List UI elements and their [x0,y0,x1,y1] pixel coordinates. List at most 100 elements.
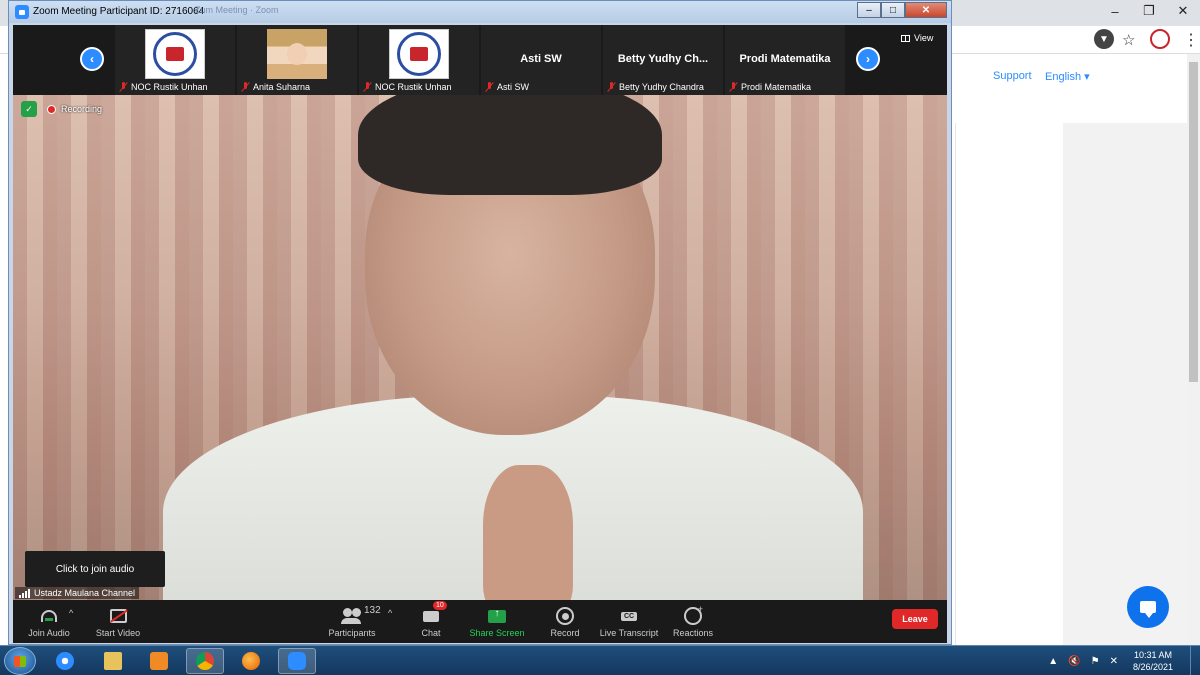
taskbar-media-player[interactable] [140,648,178,674]
site-content-panel [955,123,1063,645]
firefox-icon [242,652,260,670]
speaker-name-label: Ustadz Maulana Channel [15,587,140,599]
chrome-icon [196,652,214,670]
leave-button[interactable]: Leave [892,609,938,629]
participant-tile[interactable]: NOC Rustik Unhan [115,25,235,95]
join-audio-button[interactable]: Join Audio [25,600,73,643]
live-transcript-button[interactable]: Live Transcript [597,600,661,643]
participant-caption: Prodi Matematika [729,82,811,92]
participant-count: 132 [364,605,381,616]
extension-icon[interactable] [1150,29,1170,49]
zoom-icon [288,652,306,670]
participant-photo [267,29,327,79]
participant-tile[interactable]: Prodi Matematika Prodi Matematika [725,25,845,95]
taskbar-clock[interactable]: 10:31 AM 8/26/2021 [1133,649,1173,673]
join-audio-tooltip[interactable]: Click to join audio [25,551,165,587]
browser-scrollbar[interactable] [1187,54,1200,645]
taskbar-explorer[interactable] [94,648,132,674]
speaker-hands [483,465,573,600]
scrollbar-thumb[interactable] [1189,62,1198,382]
zoom-meeting-window: Zoom Meeting Participant ID: 2716064 Zum… [8,0,952,645]
support-chat-button[interactable] [1127,586,1169,628]
bookmark-star-icon[interactable]: ☆ [1122,31,1135,49]
download-icon[interactable]: ▼ [1094,29,1114,49]
record-icon [554,608,576,624]
view-button[interactable]: View [901,33,933,43]
clock-date: 8/26/2021 [1133,662,1174,672]
participants-icon [341,608,363,624]
participant-tile[interactable]: Asti SW Asti SW [481,25,601,95]
university-logo [389,29,449,79]
chat-icon [420,608,442,624]
reactions-icon [682,604,704,624]
zoom-maximize-button[interactable]: □ [881,2,905,18]
participants-options-caret[interactable]: ^ [388,608,392,618]
headphones-icon [38,608,60,624]
participant-caption: NOC Rustik Unhan [363,82,452,92]
network-disconnected-icon[interactable]: ✕ [1110,656,1118,667]
zoom-window-controls: – □ ✕ [857,2,947,18]
zoom-ghost-title: Zum Meeting · Zoom [195,5,279,15]
zoom-title-bar[interactable]: Zoom Meeting Participant ID: 2716064 Zum… [9,1,951,23]
show-desktop-button[interactable] [1190,646,1200,675]
signal-bars-icon [19,588,30,598]
browser-maximize-button[interactable]: ❐ [1132,0,1166,22]
mic-muted-icon [729,82,738,92]
share-screen-icon [486,608,508,624]
university-logo [145,29,205,79]
zoom-close-button[interactable]: ✕ [905,2,947,18]
chat-unread-badge: 10 [433,601,447,610]
participants-strip: ‹ NOC Rustik Unhan Anita Suharna NOC Rus… [13,25,947,95]
strip-next-button[interactable]: › [856,47,880,71]
participant-caption: Asti SW [485,82,529,92]
start-button[interactable] [4,647,36,675]
participant-caption: Anita Suharna [241,82,310,92]
active-speaker-video[interactable]: ✓ Recording Click to join audio Ustadz M… [13,95,947,600]
record-button[interactable]: Record [545,600,585,643]
zoom-logo-icon [15,5,29,19]
closed-caption-icon [618,608,640,624]
encryption-shield-icon[interactable]: ✓ [21,101,37,117]
share-screen-button[interactable]: Share Screen [467,600,527,643]
browser-minimize-button[interactable]: – [1098,0,1132,22]
participant-name: Asti SW [520,53,562,65]
strip-prev-button[interactable]: ‹ [80,47,104,71]
taskbar-firefox[interactable] [232,648,270,674]
audio-options-caret[interactable]: ^ [69,608,73,618]
taskbar-ie[interactable] [46,648,84,674]
seal-icon [153,32,197,76]
mic-muted-icon [119,82,128,92]
start-video-button[interactable]: Start Video [93,600,143,643]
tray-expand-icon[interactable]: ▲ [1048,656,1058,667]
participant-tile[interactable]: Anita Suharna [237,25,357,95]
seal-icon [397,32,441,76]
taskbar-zoom[interactable] [278,648,316,674]
action-center-flag-icon[interactable]: ⚑ [1091,656,1100,667]
internet-explorer-icon [56,652,74,670]
participant-caption: NOC Rustik Unhan [119,82,208,92]
taskbar-chrome[interactable] [186,648,224,674]
zoom-minimize-button[interactable]: – [857,2,881,18]
mic-muted-icon [485,82,494,92]
volume-muted-icon[interactable]: 🔇 [1068,656,1080,667]
participant-name: Prodi Matematika [739,53,831,65]
chat-bubble-icon [1140,601,1156,618]
folder-icon [104,652,122,670]
browser-menu-icon[interactable]: ⋮ [1183,30,1199,50]
recording-dot-icon [47,105,56,114]
zoom-window-title: Zoom Meeting Participant ID: 2716064 [33,6,205,17]
meeting-toolbar: Join Audio ^ Start Video Participants 13… [13,600,947,643]
video-off-icon [107,608,129,624]
participant-name: Betty Yudhy Ch... [617,53,709,65]
participant-tile[interactable]: Betty Yudhy Ch... Betty Yudhy Chandra [603,25,723,95]
reactions-button[interactable]: Reactions [669,600,717,643]
system-tray: ▲ 🔇 ⚑ ✕ [1048,646,1118,675]
media-player-icon [150,652,168,670]
windows-taskbar: ▲ 🔇 ⚑ ✕ 10:31 AM 8/26/2021 [0,645,1200,675]
browser-window-controls: – ❐ ✕ [1098,0,1200,22]
clock-time: 10:31 AM [1134,650,1173,660]
participant-tile[interactable]: NOC Rustik Unhan [359,25,479,95]
support-link[interactable]: Support [993,70,1032,82]
browser-close-button[interactable]: ✕ [1166,0,1200,22]
language-dropdown[interactable]: English ▾ [1045,70,1090,83]
